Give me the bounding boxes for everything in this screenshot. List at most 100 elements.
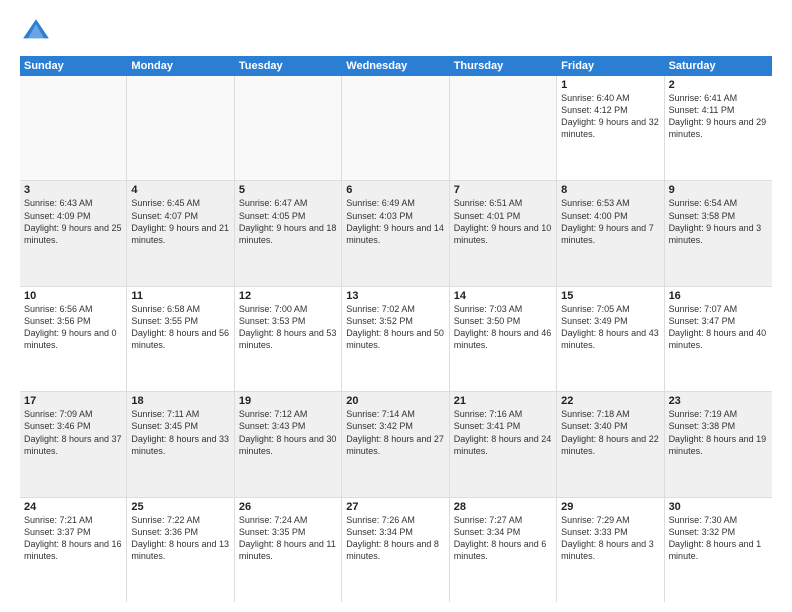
cell-info: Sunrise: 7:16 AMSunset: 3:41 PMDaylight:… [454,408,552,457]
cell-info: Sunrise: 6:41 AMSunset: 4:11 PMDaylight:… [669,92,768,141]
day-number: 25 [131,501,229,513]
calendar-cell: 17Sunrise: 7:09 AMSunset: 3:46 PMDayligh… [20,392,127,496]
cell-info: Sunrise: 7:12 AMSunset: 3:43 PMDaylight:… [239,408,337,457]
day-number: 8 [561,184,659,196]
cell-info: Sunrise: 7:24 AMSunset: 3:35 PMDaylight:… [239,514,337,563]
cell-info: Sunrise: 7:02 AMSunset: 3:52 PMDaylight:… [346,303,444,352]
day-number: 3 [24,184,122,196]
day-number: 24 [24,501,122,513]
cell-info: Sunrise: 6:56 AMSunset: 3:56 PMDaylight:… [24,303,122,352]
day-number: 11 [131,290,229,302]
day-number: 23 [669,395,768,407]
calendar-cell: 16Sunrise: 7:07 AMSunset: 3:47 PMDayligh… [665,287,772,391]
cell-info: Sunrise: 6:47 AMSunset: 4:05 PMDaylight:… [239,197,337,246]
calendar-cell: 7Sunrise: 6:51 AMSunset: 4:01 PMDaylight… [450,181,557,285]
cell-info: Sunrise: 6:53 AMSunset: 4:00 PMDaylight:… [561,197,659,246]
day-number: 28 [454,501,552,513]
cell-info: Sunrise: 7:07 AMSunset: 3:47 PMDaylight:… [669,303,768,352]
day-number: 18 [131,395,229,407]
cell-info: Sunrise: 7:00 AMSunset: 3:53 PMDaylight:… [239,303,337,352]
day-number: 5 [239,184,337,196]
header-day-monday: Monday [127,56,234,76]
cell-info: Sunrise: 7:30 AMSunset: 3:32 PMDaylight:… [669,514,768,563]
cell-info: Sunrise: 6:43 AMSunset: 4:09 PMDaylight:… [24,197,122,246]
header [20,16,772,48]
header-day-sunday: Sunday [20,56,127,76]
calendar: SundayMondayTuesdayWednesdayThursdayFrid… [20,56,772,602]
calendar-cell [127,76,234,180]
calendar-cell: 8Sunrise: 6:53 AMSunset: 4:00 PMDaylight… [557,181,664,285]
day-number: 30 [669,501,768,513]
header-day-saturday: Saturday [665,56,772,76]
calendar-row-2: 10Sunrise: 6:56 AMSunset: 3:56 PMDayligh… [20,287,772,392]
day-number: 7 [454,184,552,196]
cell-info: Sunrise: 7:26 AMSunset: 3:34 PMDaylight:… [346,514,444,563]
calendar-cell: 28Sunrise: 7:27 AMSunset: 3:34 PMDayligh… [450,498,557,602]
calendar-cell: 13Sunrise: 7:02 AMSunset: 3:52 PMDayligh… [342,287,449,391]
calendar-cell: 4Sunrise: 6:45 AMSunset: 4:07 PMDaylight… [127,181,234,285]
calendar-cell: 18Sunrise: 7:11 AMSunset: 3:45 PMDayligh… [127,392,234,496]
calendar-cell: 9Sunrise: 6:54 AMSunset: 3:58 PMDaylight… [665,181,772,285]
day-number: 1 [561,79,659,91]
day-number: 29 [561,501,659,513]
header-day-thursday: Thursday [450,56,557,76]
cell-info: Sunrise: 7:27 AMSunset: 3:34 PMDaylight:… [454,514,552,563]
calendar-cell: 14Sunrise: 7:03 AMSunset: 3:50 PMDayligh… [450,287,557,391]
cell-info: Sunrise: 7:11 AMSunset: 3:45 PMDaylight:… [131,408,229,457]
calendar-cell: 1Sunrise: 6:40 AMSunset: 4:12 PMDaylight… [557,76,664,180]
day-number: 27 [346,501,444,513]
day-number: 12 [239,290,337,302]
calendar-cell: 19Sunrise: 7:12 AMSunset: 3:43 PMDayligh… [235,392,342,496]
cell-info: Sunrise: 7:03 AMSunset: 3:50 PMDaylight:… [454,303,552,352]
cell-info: Sunrise: 6:51 AMSunset: 4:01 PMDaylight:… [454,197,552,246]
calendar-cell: 12Sunrise: 7:00 AMSunset: 3:53 PMDayligh… [235,287,342,391]
calendar-cell [342,76,449,180]
calendar-cell: 29Sunrise: 7:29 AMSunset: 3:33 PMDayligh… [557,498,664,602]
calendar-row-3: 17Sunrise: 7:09 AMSunset: 3:46 PMDayligh… [20,392,772,497]
calendar-header: SundayMondayTuesdayWednesdayThursdayFrid… [20,56,772,76]
calendar-cell [235,76,342,180]
day-number: 19 [239,395,337,407]
logo [20,16,56,48]
day-number: 14 [454,290,552,302]
day-number: 20 [346,395,444,407]
calendar-cell [450,76,557,180]
calendar-cell: 11Sunrise: 6:58 AMSunset: 3:55 PMDayligh… [127,287,234,391]
cell-info: Sunrise: 6:58 AMSunset: 3:55 PMDaylight:… [131,303,229,352]
day-number: 2 [669,79,768,91]
calendar-cell: 24Sunrise: 7:21 AMSunset: 3:37 PMDayligh… [20,498,127,602]
calendar-cell: 22Sunrise: 7:18 AMSunset: 3:40 PMDayligh… [557,392,664,496]
calendar-cell: 26Sunrise: 7:24 AMSunset: 3:35 PMDayligh… [235,498,342,602]
cell-info: Sunrise: 6:45 AMSunset: 4:07 PMDaylight:… [131,197,229,246]
calendar-cell: 21Sunrise: 7:16 AMSunset: 3:41 PMDayligh… [450,392,557,496]
calendar-cell [20,76,127,180]
cell-info: Sunrise: 7:14 AMSunset: 3:42 PMDaylight:… [346,408,444,457]
cell-info: Sunrise: 7:09 AMSunset: 3:46 PMDaylight:… [24,408,122,457]
logo-icon [20,16,52,48]
calendar-cell: 6Sunrise: 6:49 AMSunset: 4:03 PMDaylight… [342,181,449,285]
calendar-cell: 2Sunrise: 6:41 AMSunset: 4:11 PMDaylight… [665,76,772,180]
day-number: 22 [561,395,659,407]
calendar-cell: 5Sunrise: 6:47 AMSunset: 4:05 PMDaylight… [235,181,342,285]
calendar-cell: 23Sunrise: 7:19 AMSunset: 3:38 PMDayligh… [665,392,772,496]
cell-info: Sunrise: 6:54 AMSunset: 3:58 PMDaylight:… [669,197,768,246]
day-number: 26 [239,501,337,513]
day-number: 9 [669,184,768,196]
header-day-tuesday: Tuesday [235,56,342,76]
calendar-row-4: 24Sunrise: 7:21 AMSunset: 3:37 PMDayligh… [20,498,772,602]
day-number: 10 [24,290,122,302]
calendar-cell: 3Sunrise: 6:43 AMSunset: 4:09 PMDaylight… [20,181,127,285]
cell-info: Sunrise: 7:29 AMSunset: 3:33 PMDaylight:… [561,514,659,563]
calendar-cell: 30Sunrise: 7:30 AMSunset: 3:32 PMDayligh… [665,498,772,602]
day-number: 15 [561,290,659,302]
calendar-cell: 20Sunrise: 7:14 AMSunset: 3:42 PMDayligh… [342,392,449,496]
cell-info: Sunrise: 7:22 AMSunset: 3:36 PMDaylight:… [131,514,229,563]
header-day-friday: Friday [557,56,664,76]
page: SundayMondayTuesdayWednesdayThursdayFrid… [0,0,792,612]
cell-info: Sunrise: 6:49 AMSunset: 4:03 PMDaylight:… [346,197,444,246]
calendar-cell: 15Sunrise: 7:05 AMSunset: 3:49 PMDayligh… [557,287,664,391]
day-number: 6 [346,184,444,196]
calendar-cell: 27Sunrise: 7:26 AMSunset: 3:34 PMDayligh… [342,498,449,602]
day-number: 16 [669,290,768,302]
day-number: 13 [346,290,444,302]
